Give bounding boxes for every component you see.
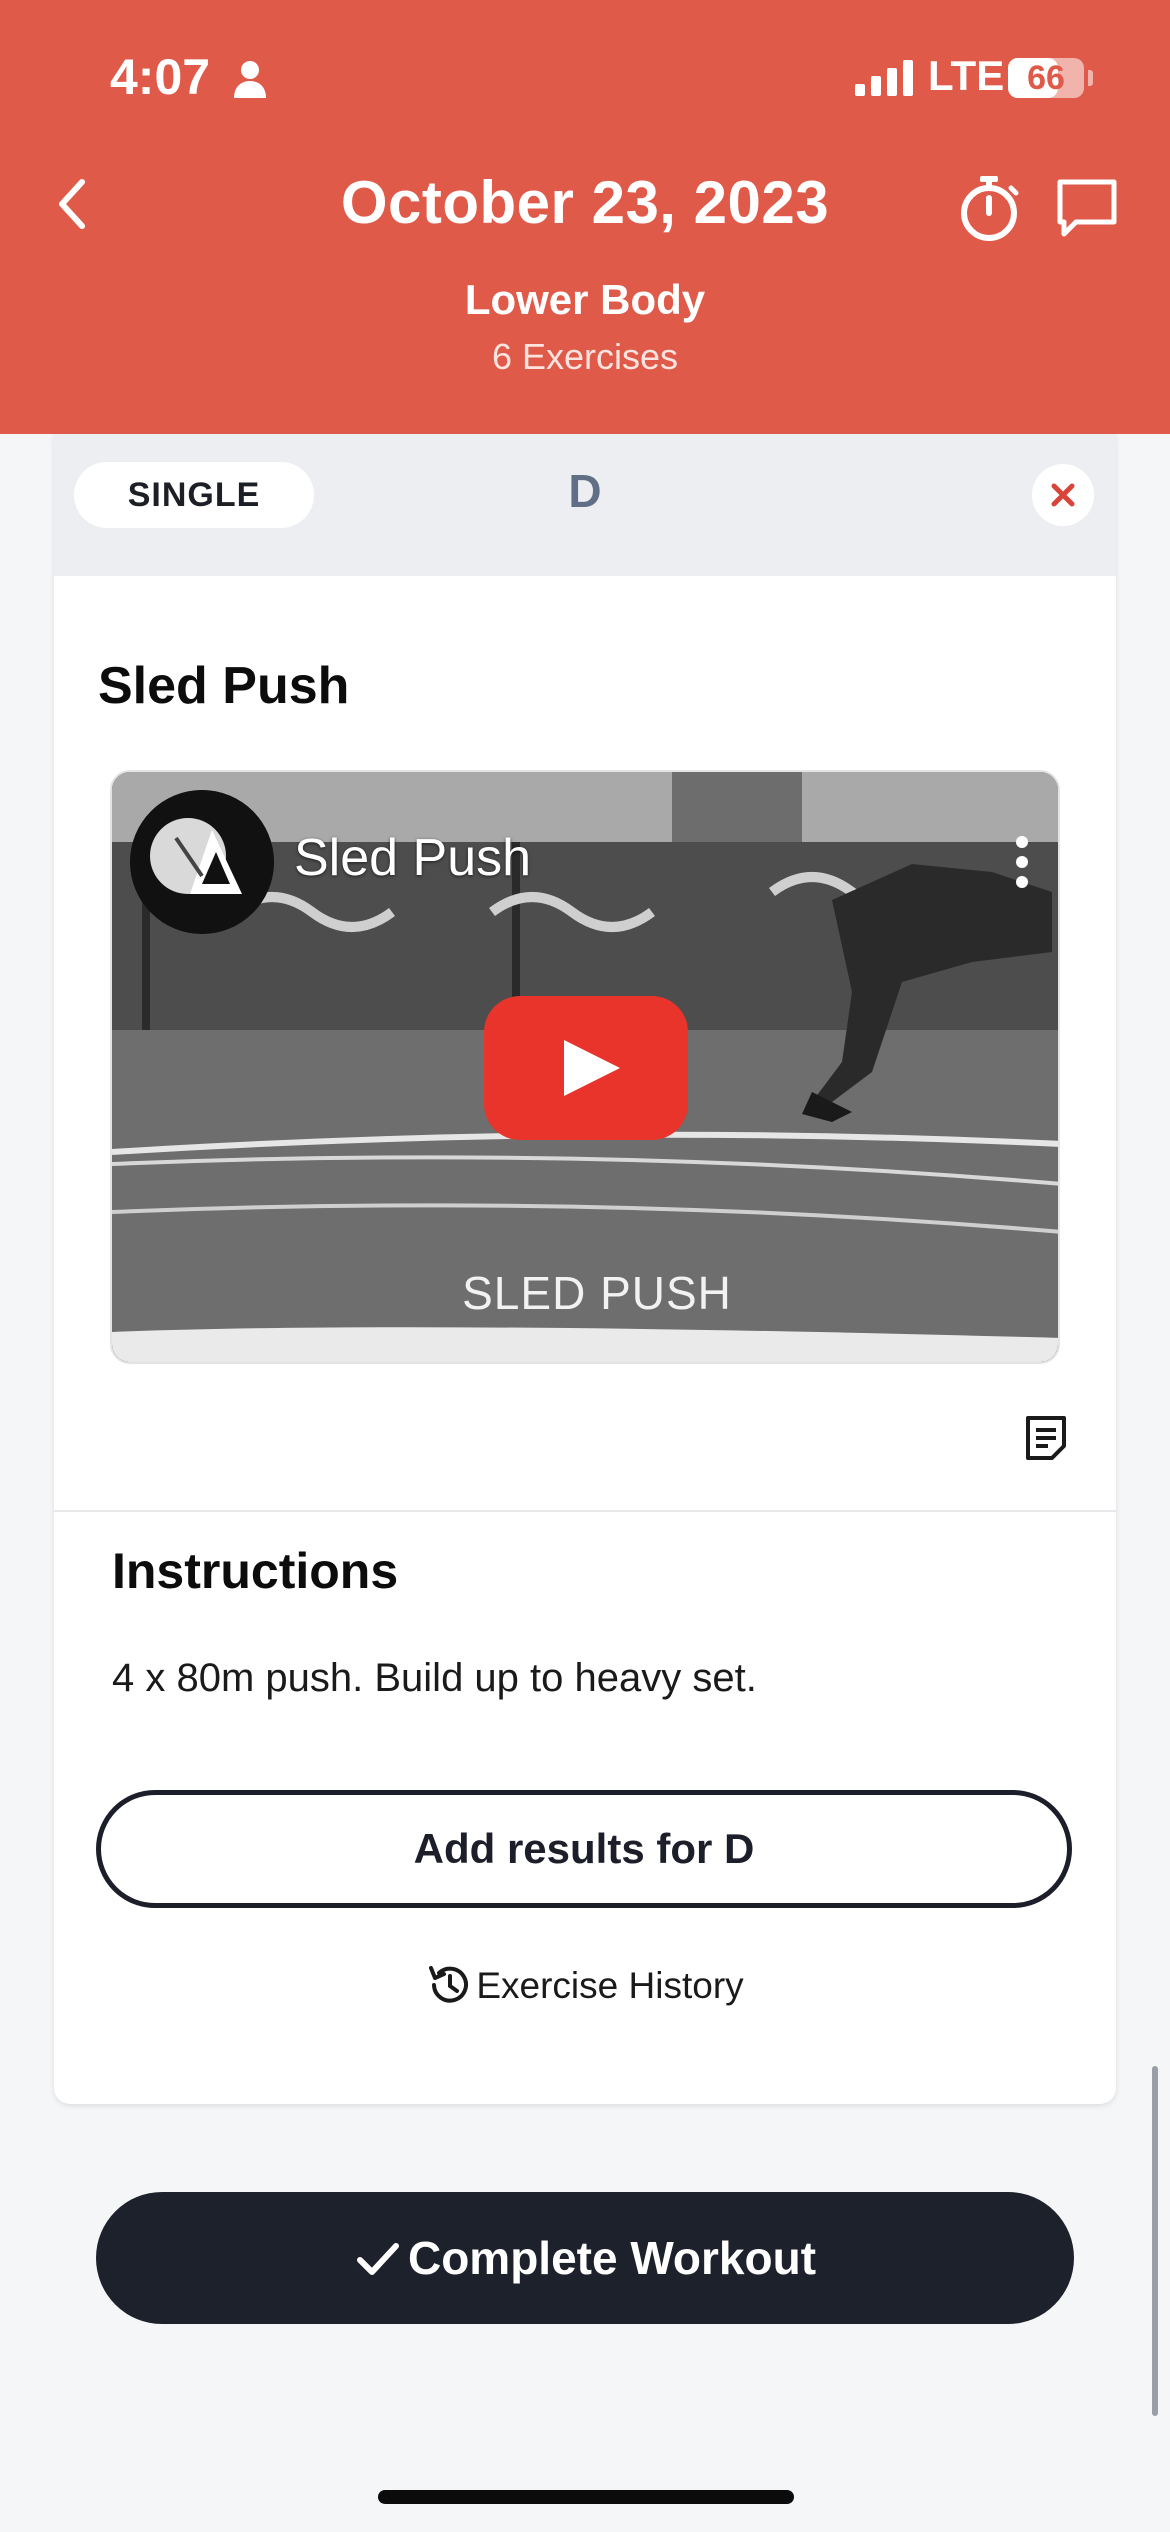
divider bbox=[54, 1510, 1116, 1512]
battery-icon: 66 bbox=[1008, 58, 1084, 98]
battery-tip bbox=[1088, 70, 1093, 86]
exercise-history-label: Exercise History bbox=[476, 1965, 744, 2006]
close-icon[interactable] bbox=[1032, 464, 1094, 526]
exercise-title: Sled Push bbox=[98, 657, 350, 715]
block-bar: SINGLE D bbox=[54, 434, 1116, 576]
video-player[interactable]: Sled Push SLED PUSH bbox=[110, 770, 1060, 1364]
stopwatch-icon[interactable] bbox=[956, 172, 1022, 242]
instructions-text: 4 x 80m push. Build up to heavy set. bbox=[112, 1656, 757, 1700]
more-options-icon[interactable] bbox=[1012, 834, 1032, 890]
status-bar: 4:07 LTE 66 bbox=[0, 0, 1170, 160]
complete-workout-button[interactable]: Complete Workout bbox=[96, 2192, 1074, 2324]
home-indicator[interactable] bbox=[378, 2490, 794, 2504]
status-time: 4:07 bbox=[110, 49, 211, 105]
workout-header: 4:07 LTE 66 October 23, 2023 Lower Body … bbox=[0, 0, 1170, 434]
history-icon bbox=[429, 1966, 469, 2003]
battery-level: 66 bbox=[1027, 59, 1065, 97]
play-icon[interactable] bbox=[484, 996, 688, 1140]
complete-workout-label: Complete Workout bbox=[407, 2232, 817, 2284]
channel-avatar bbox=[130, 790, 274, 934]
check-icon bbox=[356, 2243, 399, 2275]
exercise-history-link[interactable]: Exercise History bbox=[54, 1956, 1116, 2016]
scrollbar[interactable] bbox=[1152, 2066, 1158, 2416]
person-icon bbox=[234, 61, 266, 98]
signal-icon bbox=[855, 60, 913, 96]
exercise-count: 6 Exercises bbox=[491, 336, 679, 377]
block-letter: D bbox=[568, 465, 602, 517]
workout-name: Lower Body bbox=[464, 276, 706, 323]
exercise-card: SINGLE D Sled Push Sled Push SLED PUSH I… bbox=[54, 434, 1116, 2104]
add-results-button[interactable]: Add results for D bbox=[96, 1790, 1072, 1908]
network-label: LTE bbox=[928, 52, 1005, 99]
chat-icon[interactable] bbox=[1054, 178, 1120, 238]
instructions-heading: Instructions bbox=[112, 1543, 399, 1599]
notes-icon[interactable] bbox=[1024, 1414, 1068, 1462]
video-title: Sled Push bbox=[294, 829, 532, 887]
video-caption: SLED PUSH bbox=[462, 1267, 732, 1319]
